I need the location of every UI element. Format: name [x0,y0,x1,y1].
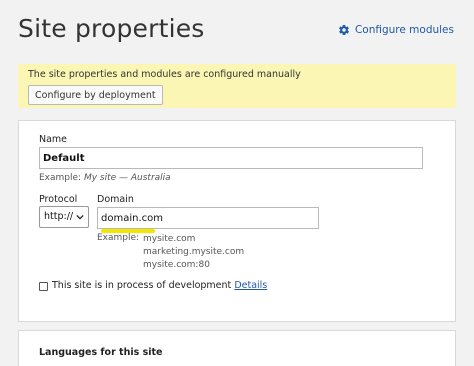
name-field[interactable] [39,147,423,169]
page-title: Site properties [18,14,205,43]
details-link[interactable]: Details [234,280,267,291]
development-label: This site is in process of development [52,280,232,291]
domain-example-item: mysite.com [143,234,196,244]
configure-modules-label[interactable]: Configure modules [355,24,454,36]
domain-example-list: mysite.com marketing.mysite.com mysite.c… [143,233,244,272]
development-checkbox[interactable] [39,282,48,291]
name-example-prefix: Example: [39,173,82,183]
configure-by-deployment-button[interactable]: Configure by deployment [28,85,163,105]
name-example-value: My site — Australia [83,173,171,183]
gear-icon [339,24,349,36]
domain-label: Domain [97,194,134,205]
protocol-selected-value: http:// [44,211,74,222]
protocol-label: Protocol [39,194,78,205]
notice-text: The site properties and modules are conf… [28,69,301,80]
development-row: This site is in process of development D… [52,280,267,291]
domain-example-item: marketing.mysite.com [143,247,245,257]
site-properties-panel: Name Example: My site — Australia Protoc… [18,120,456,322]
domain-example-item: mysite.com:80 [143,260,210,270]
chevron-down-icon [76,214,84,220]
configure-modules-link[interactable]: Configure modules [338,24,454,36]
name-label: Name [39,134,68,145]
domain-field[interactable] [97,207,319,229]
domain-example-prefix: Example: [97,233,140,243]
languages-title: Languages for this site [39,347,163,358]
languages-panel: Languages for this site [18,330,456,366]
name-example: Example: My site — Australia [39,173,171,183]
manual-config-notice: The site properties and modules are conf… [18,64,456,108]
protocol-select[interactable]: http:// [39,206,89,228]
